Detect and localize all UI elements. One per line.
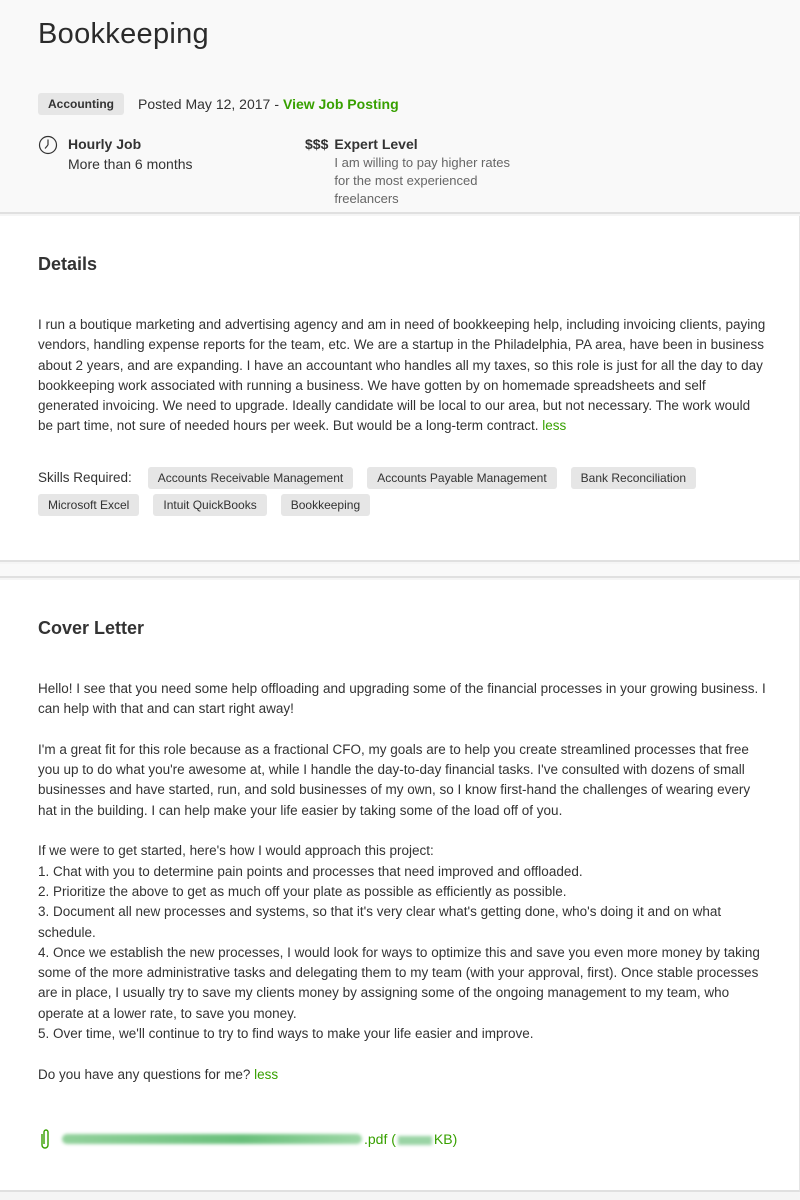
level-title: Expert Level (334, 136, 418, 152)
details-text: I run a boutique marketing and advertisi… (38, 317, 766, 434)
redacted-filesize (397, 1135, 432, 1145)
skill-tag[interactable]: Bookkeeping (280, 494, 371, 516)
paperclip-icon (41, 1129, 49, 1149)
job-duration: More than 6 months (68, 156, 193, 172)
job-type-title: Hourly Job (68, 136, 142, 152)
cover-letter-body: Hello! I see that you need some help off… (38, 679, 768, 1105)
posted-date: Posted May 12, 2017 (138, 96, 271, 112)
skill-tag[interactable]: Accounts Payable Management (367, 467, 557, 489)
page-title: Bookkeeping (38, 18, 209, 50)
experience-level: $$$ Expert Level I am willing to pay hig… (305, 134, 524, 208)
section-divider (0, 564, 800, 578)
skill-tag[interactable]: Accounts Receivable Management (147, 467, 354, 489)
approach-step: 5. Over time, we'll continue to try to f… (38, 1026, 534, 1042)
approach-step: 2. Prioritize the above to get as much o… (38, 883, 567, 899)
attachment-link[interactable]: .pdf (KB) (38, 1128, 457, 1150)
job-header: Bookkeeping Accounting Posted May 12, 20… (0, 0, 800, 214)
dollar-icon: $$$ (305, 136, 329, 152)
cover-letter-section: Cover Letter Hello! I see that you need … (0, 580, 800, 1192)
details-section: Details I run a boutique marketing and a… (0, 216, 800, 562)
approach-step: 3. Document all new processes and system… (38, 904, 722, 940)
file-extension: .pdf (KB) (364, 1131, 458, 1147)
skill-tag[interactable]: Intuit QuickBooks (153, 494, 267, 516)
separator: - (274, 96, 279, 112)
view-job-posting-link[interactable]: View Job Posting (283, 96, 399, 112)
details-less-link[interactable]: less (542, 418, 566, 433)
skill-tag[interactable]: Microsoft Excel (38, 494, 140, 516)
skills-label: Skills Required: (38, 470, 132, 485)
cover-paragraph: Hello! I see that you need some help off… (38, 681, 766, 717)
clock-icon (38, 135, 58, 155)
job-meta-row: Accounting Posted May 12, 2017 - View Jo… (38, 93, 399, 115)
cover-paragraph: I'm a great fit for this role because as… (38, 741, 751, 818)
redacted-filename (62, 1134, 362, 1144)
approach-intro: If we were to get started, here's how I … (38, 843, 434, 859)
approach-step: 1. Chat with you to determine pain point… (38, 863, 583, 879)
skill-tag[interactable]: Bank Reconciliation (570, 467, 697, 489)
approach-step: 4. Once we establish the new processes, … (38, 944, 760, 1021)
details-body: I run a boutique marketing and advertisi… (38, 315, 768, 437)
closing-question: Do you have any questions for me? (38, 1066, 251, 1082)
skills-required: Skills Required: Accounts Receivable Man… (38, 467, 778, 521)
cover-less-link[interactable]: less (254, 1067, 278, 1082)
job-type: Hourly Job More than 6 months (38, 134, 193, 174)
level-description: I am willing to pay higher rates for the… (334, 155, 510, 206)
cover-letter-title: Cover Letter (38, 618, 145, 638)
category-badge[interactable]: Accounting (38, 93, 124, 115)
approach-list: If we were to get started, here's how I … (38, 841, 768, 1044)
details-title: Details (38, 254, 98, 274)
